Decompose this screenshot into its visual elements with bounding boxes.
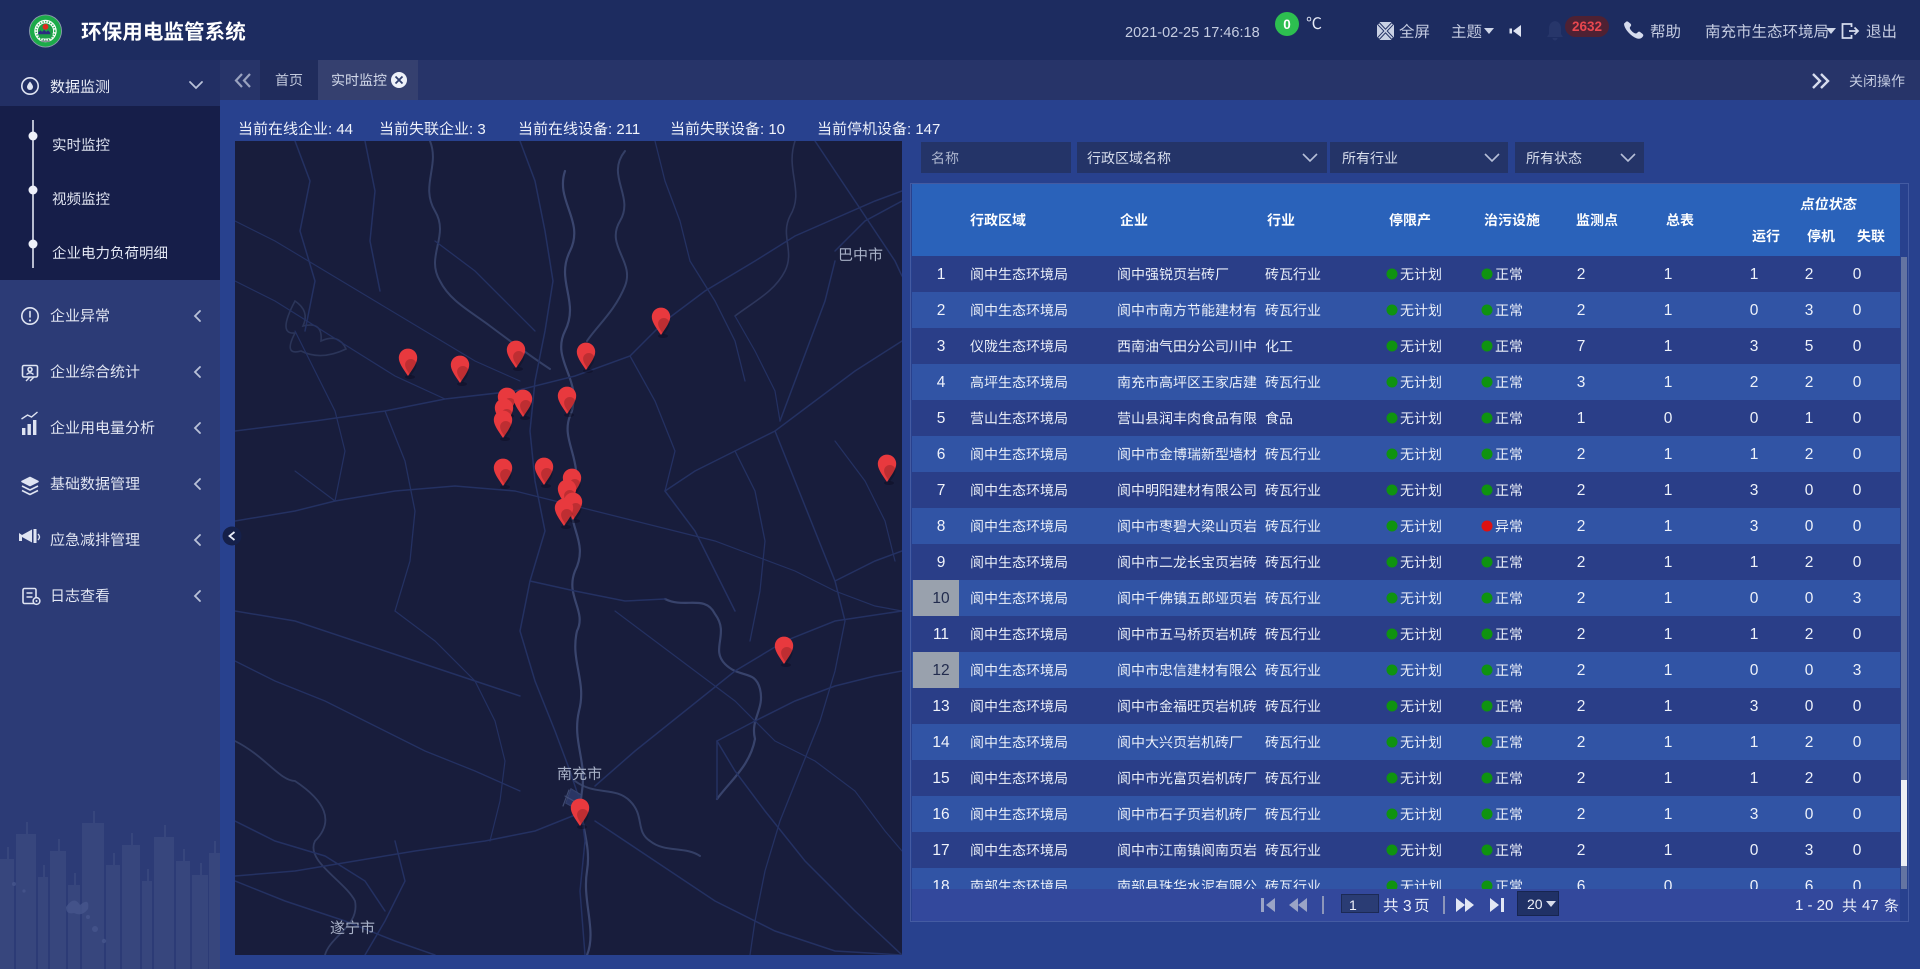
svg-text:: 44: : 44 — [328, 121, 353, 138]
svg-text:: 211: : 211 — [608, 121, 640, 138]
svg-text:: 147: : 147 — [907, 121, 940, 138]
svg-text:: 3: : 3 — [469, 121, 486, 138]
svg-text:: 10: : 10 — [760, 121, 785, 138]
